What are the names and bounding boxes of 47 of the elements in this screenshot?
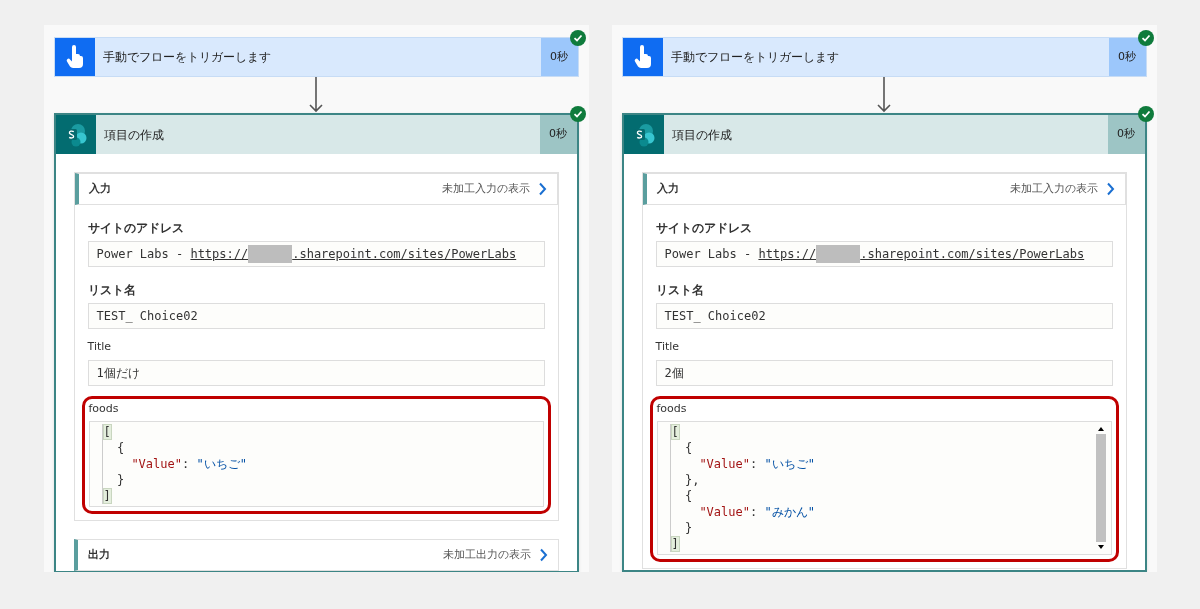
duration-label: 0秒: [1107, 115, 1145, 154]
field-value: TEST_ Choice02: [87, 303, 545, 329]
code-line: }: [115, 472, 126, 488]
site-url-link[interactable]: https:// .sharepoint.com/sites/PowerLabs: [190, 245, 517, 263]
code-line: },: [683, 472, 701, 488]
field-value: TEST_ Choice02: [655, 303, 1113, 329]
duration-label: 0秒: [540, 38, 578, 76]
inputs-section-header[interactable]: 入力 未加工入力の表示: [74, 173, 558, 205]
trigger-card[interactable]: 手動でフローをトリガーします 0秒: [53, 37, 579, 77]
field-value: 2個: [655, 359, 1113, 386]
site-name-text: Power Labs -: [96, 246, 185, 263]
field-label: Title: [655, 339, 681, 355]
hand-pointer-icon: [632, 45, 653, 69]
action-title: 項目の作成: [103, 126, 164, 144]
code-line: {: [683, 440, 694, 456]
code-line: "Value": "みかん": [698, 504, 816, 520]
field-label: サイトのアドレス: [87, 220, 185, 237]
action-header[interactable]: 項目の作成 0秒: [623, 115, 1145, 154]
field-label: Title: [87, 339, 113, 355]
down-arrow-icon: [309, 77, 323, 113]
code-line: "Value": "いちご": [130, 456, 248, 472]
field-value: 1個だけ: [87, 359, 545, 386]
site-url-link[interactable]: https:// .sharepoint.com/sites/PowerLabs: [758, 245, 1085, 263]
field-label: リスト名: [87, 282, 137, 299]
code-line: }: [683, 520, 694, 536]
down-arrow-icon: [877, 77, 891, 113]
field-label: foods: [88, 400, 120, 417]
chevron-right-icon: [1105, 182, 1115, 196]
chevron-right-icon: [537, 182, 547, 196]
code-line: "Value": "いちご": [698, 456, 816, 472]
trigger-title: 手動でフローをトリガーします: [102, 49, 271, 66]
code-line: {: [683, 488, 694, 504]
action-title: 項目の作成: [671, 126, 732, 144]
inputs-section-header[interactable]: 入力 未加工入力の表示: [642, 173, 1126, 205]
chevron-right-icon: [538, 548, 548, 562]
duration-label: 0秒: [1108, 38, 1146, 76]
field-label: リスト名: [655, 282, 705, 299]
duration-label: 0秒: [539, 115, 577, 154]
code-line: {: [115, 440, 126, 456]
trigger-card[interactable]: 手動でフローをトリガーします 0秒: [621, 37, 1147, 77]
field-label: foods: [656, 400, 688, 417]
action-header[interactable]: 項目の作成 0秒: [55, 115, 577, 154]
trigger-title: 手動でフローをトリガーします: [670, 49, 839, 66]
outputs-section-header[interactable]: 出力 未加工出力の表示: [73, 539, 559, 571]
field-label: サイトのアドレス: [655, 220, 753, 237]
site-name-text: Power Labs -: [664, 246, 753, 263]
hand-pointer-icon: [64, 45, 85, 69]
